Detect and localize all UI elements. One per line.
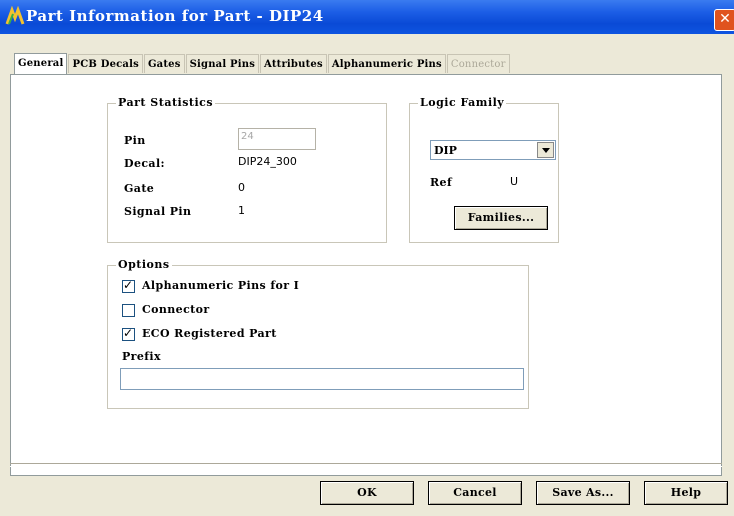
prefix-input[interactable] — [120, 368, 524, 390]
save-as-button[interactable]: Save As... — [536, 481, 630, 505]
part-statistics-group: Part Statistics Pin 24 Decal: DIP24_300 … — [107, 96, 387, 243]
options-legend: Options — [116, 258, 172, 271]
eco-registered-part-checkbox[interactable] — [122, 326, 135, 341]
dialog-body: General PCB Decals Gates Signal Pins Attribu… — [0, 34, 734, 516]
cancel-button-label: Cancel — [453, 486, 497, 499]
help-button-label: Help — [670, 486, 702, 499]
ref-label: Ref — [430, 176, 453, 189]
part-statistics-legend: Part Statistics — [116, 96, 216, 109]
tab-connector: Connector — [446, 54, 510, 73]
decal-value: DIP24_300 — [238, 155, 297, 168]
decal-label: Decal: — [124, 157, 166, 170]
alphanumeric-pins-checkbox[interactable] — [122, 278, 135, 293]
logic-family-selected-value: DIP — [434, 144, 457, 157]
connector-label[interactable]: Connector — [142, 303, 210, 316]
options-group: Options Alphanumeric Pins for I Connecto… — [107, 258, 529, 409]
title-bar: Part Information for Part - DIP24 ✕ — [0, 0, 734, 34]
tab-strip: General PCB Decals Gates Signal Pins Attribu… — [14, 52, 511, 74]
cancel-button[interactable]: Cancel — [428, 481, 522, 505]
families-button-label: Families... — [467, 211, 535, 224]
gate-label: Gate — [124, 182, 155, 195]
signal-pin-label: Signal Pin — [124, 205, 192, 218]
tab-alphanumeric-pins[interactable]: Alphanumeric Pins — [327, 54, 446, 73]
logic-family-select[interactable]: DIP — [430, 140, 556, 160]
ref-value: U — [510, 175, 519, 188]
ok-button[interactable]: OK — [320, 481, 414, 505]
connector-checkbox[interactable] — [122, 304, 135, 317]
app-icon — [5, 6, 25, 25]
signal-pin-value: 1 — [238, 204, 245, 217]
tab-signal-pins[interactable]: Signal Pins — [185, 54, 260, 73]
families-button[interactable]: Families... — [454, 206, 548, 230]
tab-general[interactable]: General — [14, 53, 68, 74]
pin-label: Pin — [124, 134, 146, 147]
logic-family-legend: Logic Family — [418, 96, 507, 109]
logic-family-group: Logic Family DIP Ref U Families... — [409, 96, 559, 243]
help-button[interactable]: Help — [644, 481, 728, 505]
tab-attributes[interactable]: Attributes — [260, 54, 327, 73]
gate-value: 0 — [238, 181, 245, 194]
footer-separator — [10, 463, 722, 467]
general-tab-panel: Part Statistics Pin 24 Decal: DIP24_300 … — [10, 74, 722, 476]
prefix-label: Prefix — [122, 350, 161, 363]
chevron-down-icon[interactable] — [537, 142, 554, 158]
tab-gates[interactable]: Gates — [143, 54, 185, 73]
close-button[interactable]: ✕ — [714, 9, 734, 31]
tab-pcb-decals[interactable]: PCB Decals — [68, 54, 143, 73]
eco-registered-part-label[interactable]: ECO Registered Part — [142, 327, 277, 340]
save-as-button-label: Save As... — [552, 486, 614, 499]
ok-button-label: OK — [357, 486, 377, 499]
alphanumeric-pins-label[interactable]: Alphanumeric Pins for I — [142, 279, 299, 292]
pin-count-field: 24 — [238, 128, 316, 150]
pin-count-value: 24 — [241, 131, 254, 142]
window-title: Part Information for Part - DIP24 — [26, 7, 324, 25]
